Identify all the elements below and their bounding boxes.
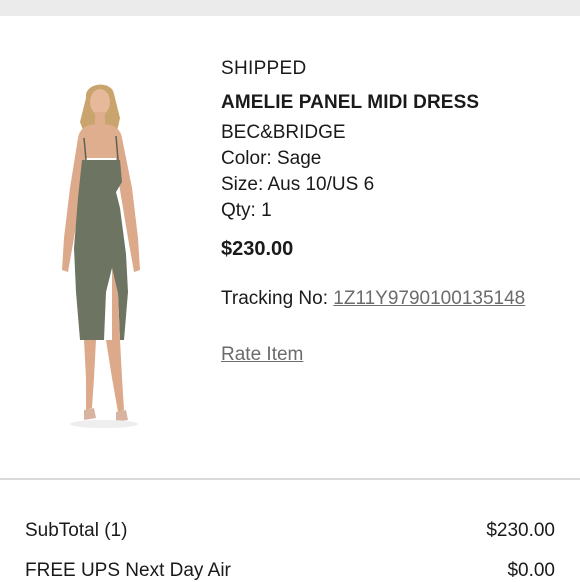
subtotal-label: SubTotal (1): [25, 520, 128, 541]
product-name[interactable]: AMELIE PANEL MIDI DRESS: [221, 92, 561, 116]
product-price: $230.00: [221, 238, 294, 260]
right-shoe: [116, 410, 128, 422]
rate-item-link[interactable]: Rate Item: [221, 344, 303, 366]
tracking-label: Tracking No:: [221, 288, 334, 309]
left-shoe: [84, 408, 96, 420]
subtotal-row: SubTotal (1) $230.00: [25, 520, 555, 542]
tracking-number-link[interactable]: 1Z11Y9790100135148: [333, 288, 525, 309]
floor-shadow: [70, 420, 138, 428]
product-color: Color: Sage: [221, 148, 322, 169]
left-leg: [84, 340, 96, 410]
order-item-details: SHIPPED AMELIE PANEL MIDI DRESS BEC&BRID…: [221, 58, 561, 366]
product-quantity: Qty: 1: [221, 200, 272, 221]
shipping-label: FREE UPS Next Day Air: [25, 560, 231, 581]
top-strip: [0, 0, 580, 16]
product-image[interactable]: [40, 78, 168, 434]
section-divider: [0, 478, 580, 480]
subtotal-value: $230.00: [486, 520, 555, 541]
face: [90, 89, 110, 115]
shipping-value: $0.00: [507, 560, 555, 581]
product-size: Size: Aus 10/US 6: [221, 174, 375, 195]
tracking-info: Tracking No: 1Z11Y9790100135148: [221, 288, 561, 314]
product-brand: BEC&BRIDGE: [221, 122, 346, 143]
shipping-row: FREE UPS Next Day Air $0.00: [25, 560, 555, 582]
order-status: SHIPPED: [221, 58, 307, 79]
right-leg: [106, 340, 124, 412]
neck: [95, 112, 105, 124]
